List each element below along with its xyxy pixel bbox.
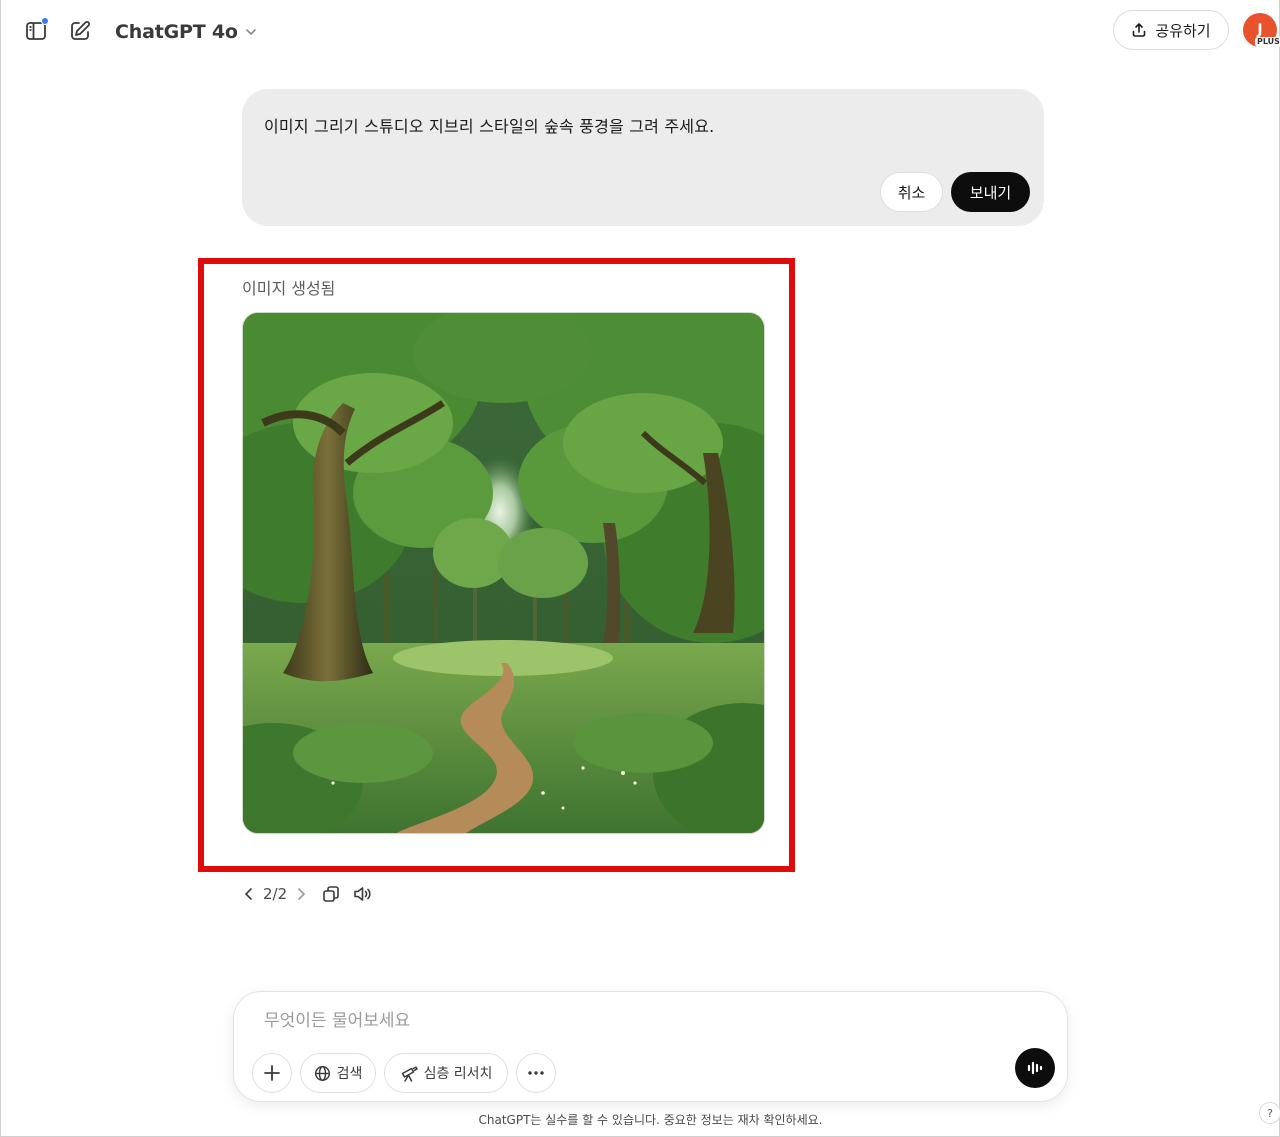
edit-message-box[interactable]: 이미지 그리기 스튜디오 지브리 스타일의 숲속 풍경을 그려 주세요. 취소 … (242, 89, 1044, 226)
cancel-button[interactable]: 취소 (880, 172, 943, 212)
chevron-right-icon (298, 888, 306, 900)
chatgpt-window: ChatGPT 4o 공유하기 J PLUS 이미지 그리기 스튜디오 지브리 … (0, 0, 1280, 1137)
search-tool-button[interactable]: 검색 (300, 1053, 376, 1093)
help-button[interactable]: ? (1259, 1102, 1280, 1124)
voice-mode-button[interactable] (1015, 1048, 1055, 1088)
notification-dot (41, 17, 49, 25)
attach-button[interactable] (252, 1053, 292, 1093)
search-tool-label: 검색 (336, 1066, 363, 1082)
new-chat-button[interactable] (67, 18, 93, 44)
chevron-down-icon (245, 29, 256, 36)
read-aloud-button[interactable] (353, 882, 373, 906)
chevron-left-icon (244, 888, 252, 900)
deep-research-label: 심층 리서치 (423, 1066, 493, 1082)
message-composer: 검색 심층 리서치 (233, 991, 1068, 1102)
more-tools-button[interactable] (516, 1053, 556, 1093)
edit-message-text[interactable]: 이미지 그리기 스튜디오 지브리 스타일의 숲속 풍경을 그려 주세요. (264, 113, 714, 137)
share-button[interactable]: 공유하기 (1113, 10, 1229, 50)
voice-waveform-icon (1027, 1061, 1043, 1075)
top-bar: ChatGPT 4o 공유하기 J PLUS (1, 0, 1280, 62)
plus-icon (264, 1065, 280, 1081)
copy-button[interactable] (321, 882, 341, 906)
disclaimer-text: ChatGPT는 실수를 할 수 있습니다. 중요한 정보는 재차 확인하세요. (478, 1113, 823, 1127)
image-generated-label: 이미지 생성됨 (242, 279, 336, 298)
telescope-icon (401, 1066, 418, 1082)
message-actions: 2/2 (239, 882, 373, 906)
more-dots-icon (528, 1071, 544, 1075)
globe-icon (314, 1065, 330, 1081)
generated-forest-image[interactable] (242, 312, 765, 834)
share-label: 공유하기 (1155, 21, 1211, 40)
response-pager: 2/2 (263, 885, 288, 903)
forest-illustration (243, 313, 764, 833)
deep-research-button[interactable]: 심층 리서치 (384, 1053, 508, 1093)
share-upload-icon (1133, 23, 1146, 37)
speaker-icon (354, 887, 371, 901)
plan-badge: PLUS (1255, 37, 1280, 47)
avatar-initial: J (1257, 22, 1263, 38)
model-selector[interactable]: ChatGPT 4o (115, 18, 258, 46)
next-response-button[interactable] (291, 882, 311, 906)
prompt-input[interactable] (264, 1008, 1004, 1034)
previous-response-button[interactable] (239, 882, 259, 906)
sidebar-toggle-button[interactable] (23, 17, 49, 44)
new-chat-icon (71, 21, 90, 40)
model-name: ChatGPT 4o (115, 21, 238, 43)
copy-icon (323, 886, 339, 902)
send-button[interactable]: 보내기 (951, 172, 1030, 212)
